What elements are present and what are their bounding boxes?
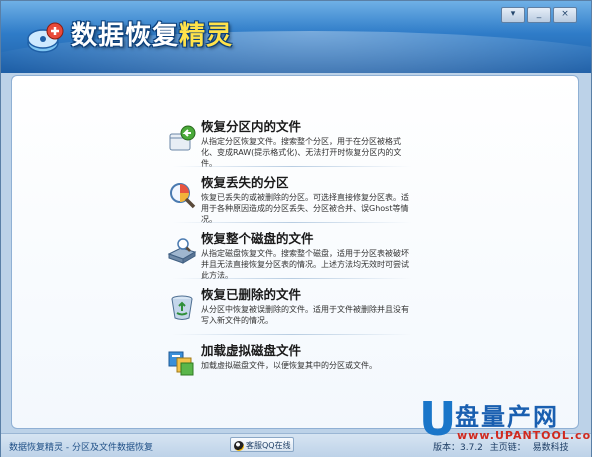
menu-item-recover-lost-partition[interactable]: 恢复丢失的分区 恢复已丢失的或被删除的分区。可选择直接修复分区表。适用于各种原因… <box>167 172 409 224</box>
watermark-site-name: 盘量产网 <box>455 403 559 431</box>
app-title-accent: 精灵 <box>179 21 234 51</box>
qq-support-label: 客服QQ在线 <box>246 441 291 450</box>
app-logo-icon <box>27 22 64 53</box>
menu-item-recover-whole-disk[interactable]: 恢复整个磁盘的文件 从指定磁盘恢复文件。搜索整个磁盘，适用于分区表被破坏并且无法… <box>167 228 409 280</box>
menu-item-description: 从指定分区恢复文件。搜索整个分区，用于在分区被格式化、变成RAW(提示格式化)、… <box>201 137 402 168</box>
menu-item-description: 加载虚拟磁盘文件，以便恢复其中的分区或文件。 <box>201 361 377 370</box>
virtual-disk-icon <box>168 351 194 376</box>
watermark: U 盘量产网 www.UPANTOOL.com <box>419 392 592 449</box>
main-panel: 恢复分区内的文件 从指定分区恢复文件。搜索整个分区，用于在分区被格式化、变成RA… <box>11 75 579 429</box>
hard-disk-icon <box>167 238 197 264</box>
menu-item-recover-deleted-files[interactable]: 恢复已删除的文件 从分区中恢复被误删除的文件。适用于文件被删除并且没有写入新文件… <box>167 284 409 330</box>
menu-item-title: 恢复分区内的文件 <box>201 119 302 134</box>
menu-item-description: 从指定磁盘恢复文件。搜索整个磁盘，适用于分区表被破坏并且无法直接恢复分区表的情况… <box>201 249 409 280</box>
minimize-button[interactable]: _ <box>527 7 551 23</box>
window-menu-button[interactable]: ▾ <box>501 7 525 23</box>
menu-item-recover-partition-files[interactable]: 恢复分区内的文件 从指定分区恢复文件。搜索整个分区，用于在分区被格式化、变成RA… <box>167 116 407 168</box>
divider <box>172 278 412 279</box>
watermark-url: www.UPANTOOL.com <box>457 429 592 442</box>
watermark-u-logo: U <box>419 392 457 446</box>
app-window: 数据恢复精灵 ▾ _ × 恢复分区内的文件 从指定分区恢复文件。搜索整个分区，用… <box>0 0 592 457</box>
menu-item-title: 恢复整个磁盘的文件 <box>201 231 314 246</box>
title-bar: 数据恢复精灵 ▾ _ × <box>1 1 591 73</box>
menu-item-title: 加载虚拟磁盘文件 <box>201 343 302 358</box>
menu-item-description: 恢复已丢失的或被删除的分区。可选择直接修复分区表。适用于各种原因造成的分区丢失、… <box>201 193 409 224</box>
app-title-main: 数据恢复 <box>71 21 180 51</box>
qq-support-button[interactable]: 客服QQ在线 <box>230 437 294 452</box>
menu-item-description: 从分区中恢复被误删除的文件。适用于文件被删除并且没有写入新文件的情况。 <box>201 305 409 325</box>
divider <box>172 334 412 335</box>
menu-item-title: 恢复已删除的文件 <box>201 287 302 302</box>
menu-item-title: 恢复丢失的分区 <box>201 175 289 190</box>
magnifier-disk-icon <box>170 183 196 209</box>
divider <box>172 166 412 167</box>
recycle-bin-icon <box>171 295 193 320</box>
app-title: 数据恢复精灵 <box>71 15 233 52</box>
window-controls: ▾ _ × <box>501 7 577 23</box>
close-button[interactable]: × <box>553 7 577 23</box>
qq-penguin-icon <box>234 440 244 451</box>
status-app-description: 数据恢复精灵 - 分区及文件数据恢复 <box>9 443 153 453</box>
partition-file-icon <box>169 125 196 151</box>
divider <box>172 222 412 223</box>
menu-item-load-virtual-disk[interactable]: 加载虚拟磁盘文件 加载虚拟磁盘文件，以便恢复其中的分区或文件。 <box>167 340 407 386</box>
